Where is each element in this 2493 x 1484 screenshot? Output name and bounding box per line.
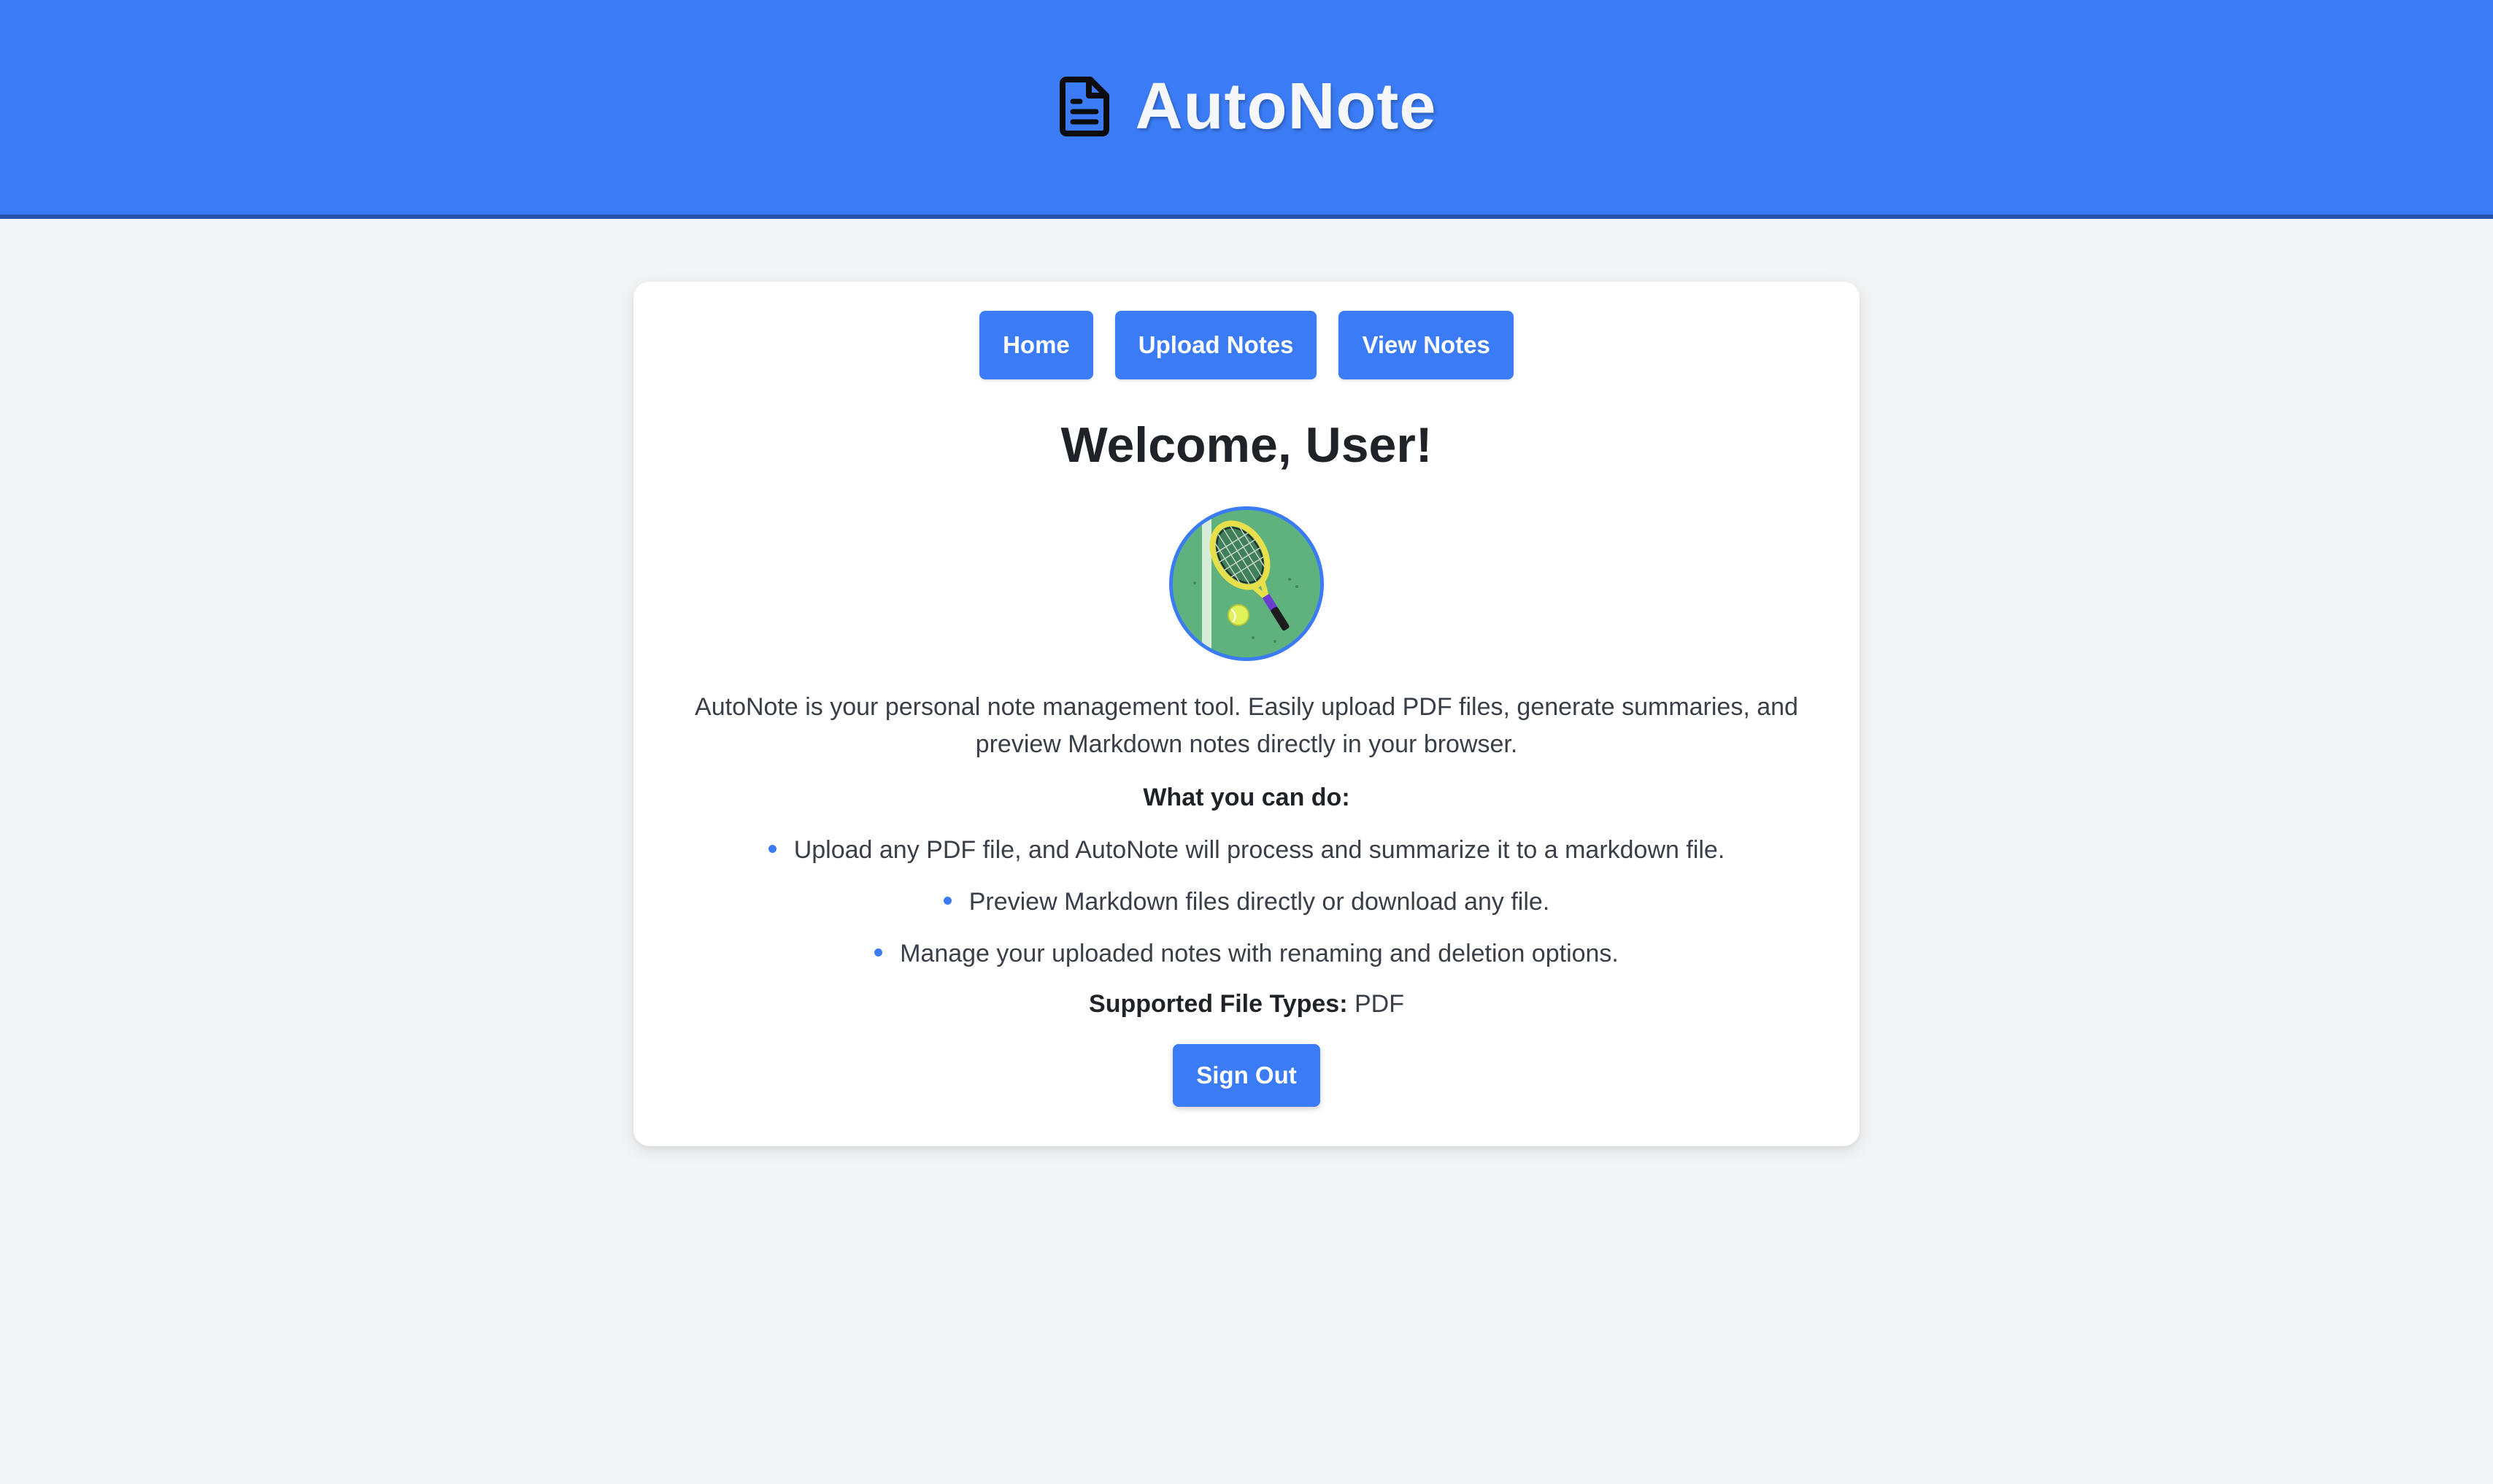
supported-value: PDF [1354,989,1404,1018]
feature-text: Preview Markdown files directly or downl… [968,887,1550,916]
brand: AutoNote [1057,69,1437,144]
feature-text: Upload any PDF file, and AutoNote will p… [793,835,1725,864]
app-title: AutoNote [1135,69,1437,143]
list-item: Preview Markdown files directly or downl… [633,884,1860,920]
nav-home-button[interactable]: Home [979,311,1093,379]
bullet-icon [943,897,952,905]
feature-list: Upload any PDF file, and AutoNote will p… [633,832,1860,972]
nav-view-notes-button[interactable]: View Notes [1338,311,1514,379]
main-card: Home Upload Notes View Notes Welcome, Us… [633,282,1860,1146]
sign-out-button[interactable]: Sign Out [1173,1043,1320,1107]
bullet-icon [874,948,883,957]
list-item: Manage your uploaded notes with renaming… [633,935,1860,972]
feature-text: Manage your uploaded notes with renaming… [900,939,1619,967]
signout-container: Sign Out [633,1043,1860,1107]
capabilities-heading: What you can do: [1143,783,1350,811]
tennis-racket-icon [1173,509,1320,657]
main-nav: Home Upload Notes View Notes [633,311,1860,379]
app-description: AutoNote is your personal note managemen… [695,692,1798,758]
bullet-icon [768,845,777,854]
welcome-heading: Welcome, User! [1060,417,1433,473]
list-item: Upload any PDF file, and AutoNote will p… [633,832,1860,868]
nav-upload-notes-button[interactable]: Upload Notes [1114,311,1317,379]
supported-label: Supported File Types: [1089,989,1348,1018]
document-icon [1057,76,1111,137]
avatar-container [633,506,1860,661]
supported-file-types: Supported File Types: PDF [633,986,1860,1022]
avatar [1169,506,1324,661]
app-header: AutoNote [0,0,2493,219]
